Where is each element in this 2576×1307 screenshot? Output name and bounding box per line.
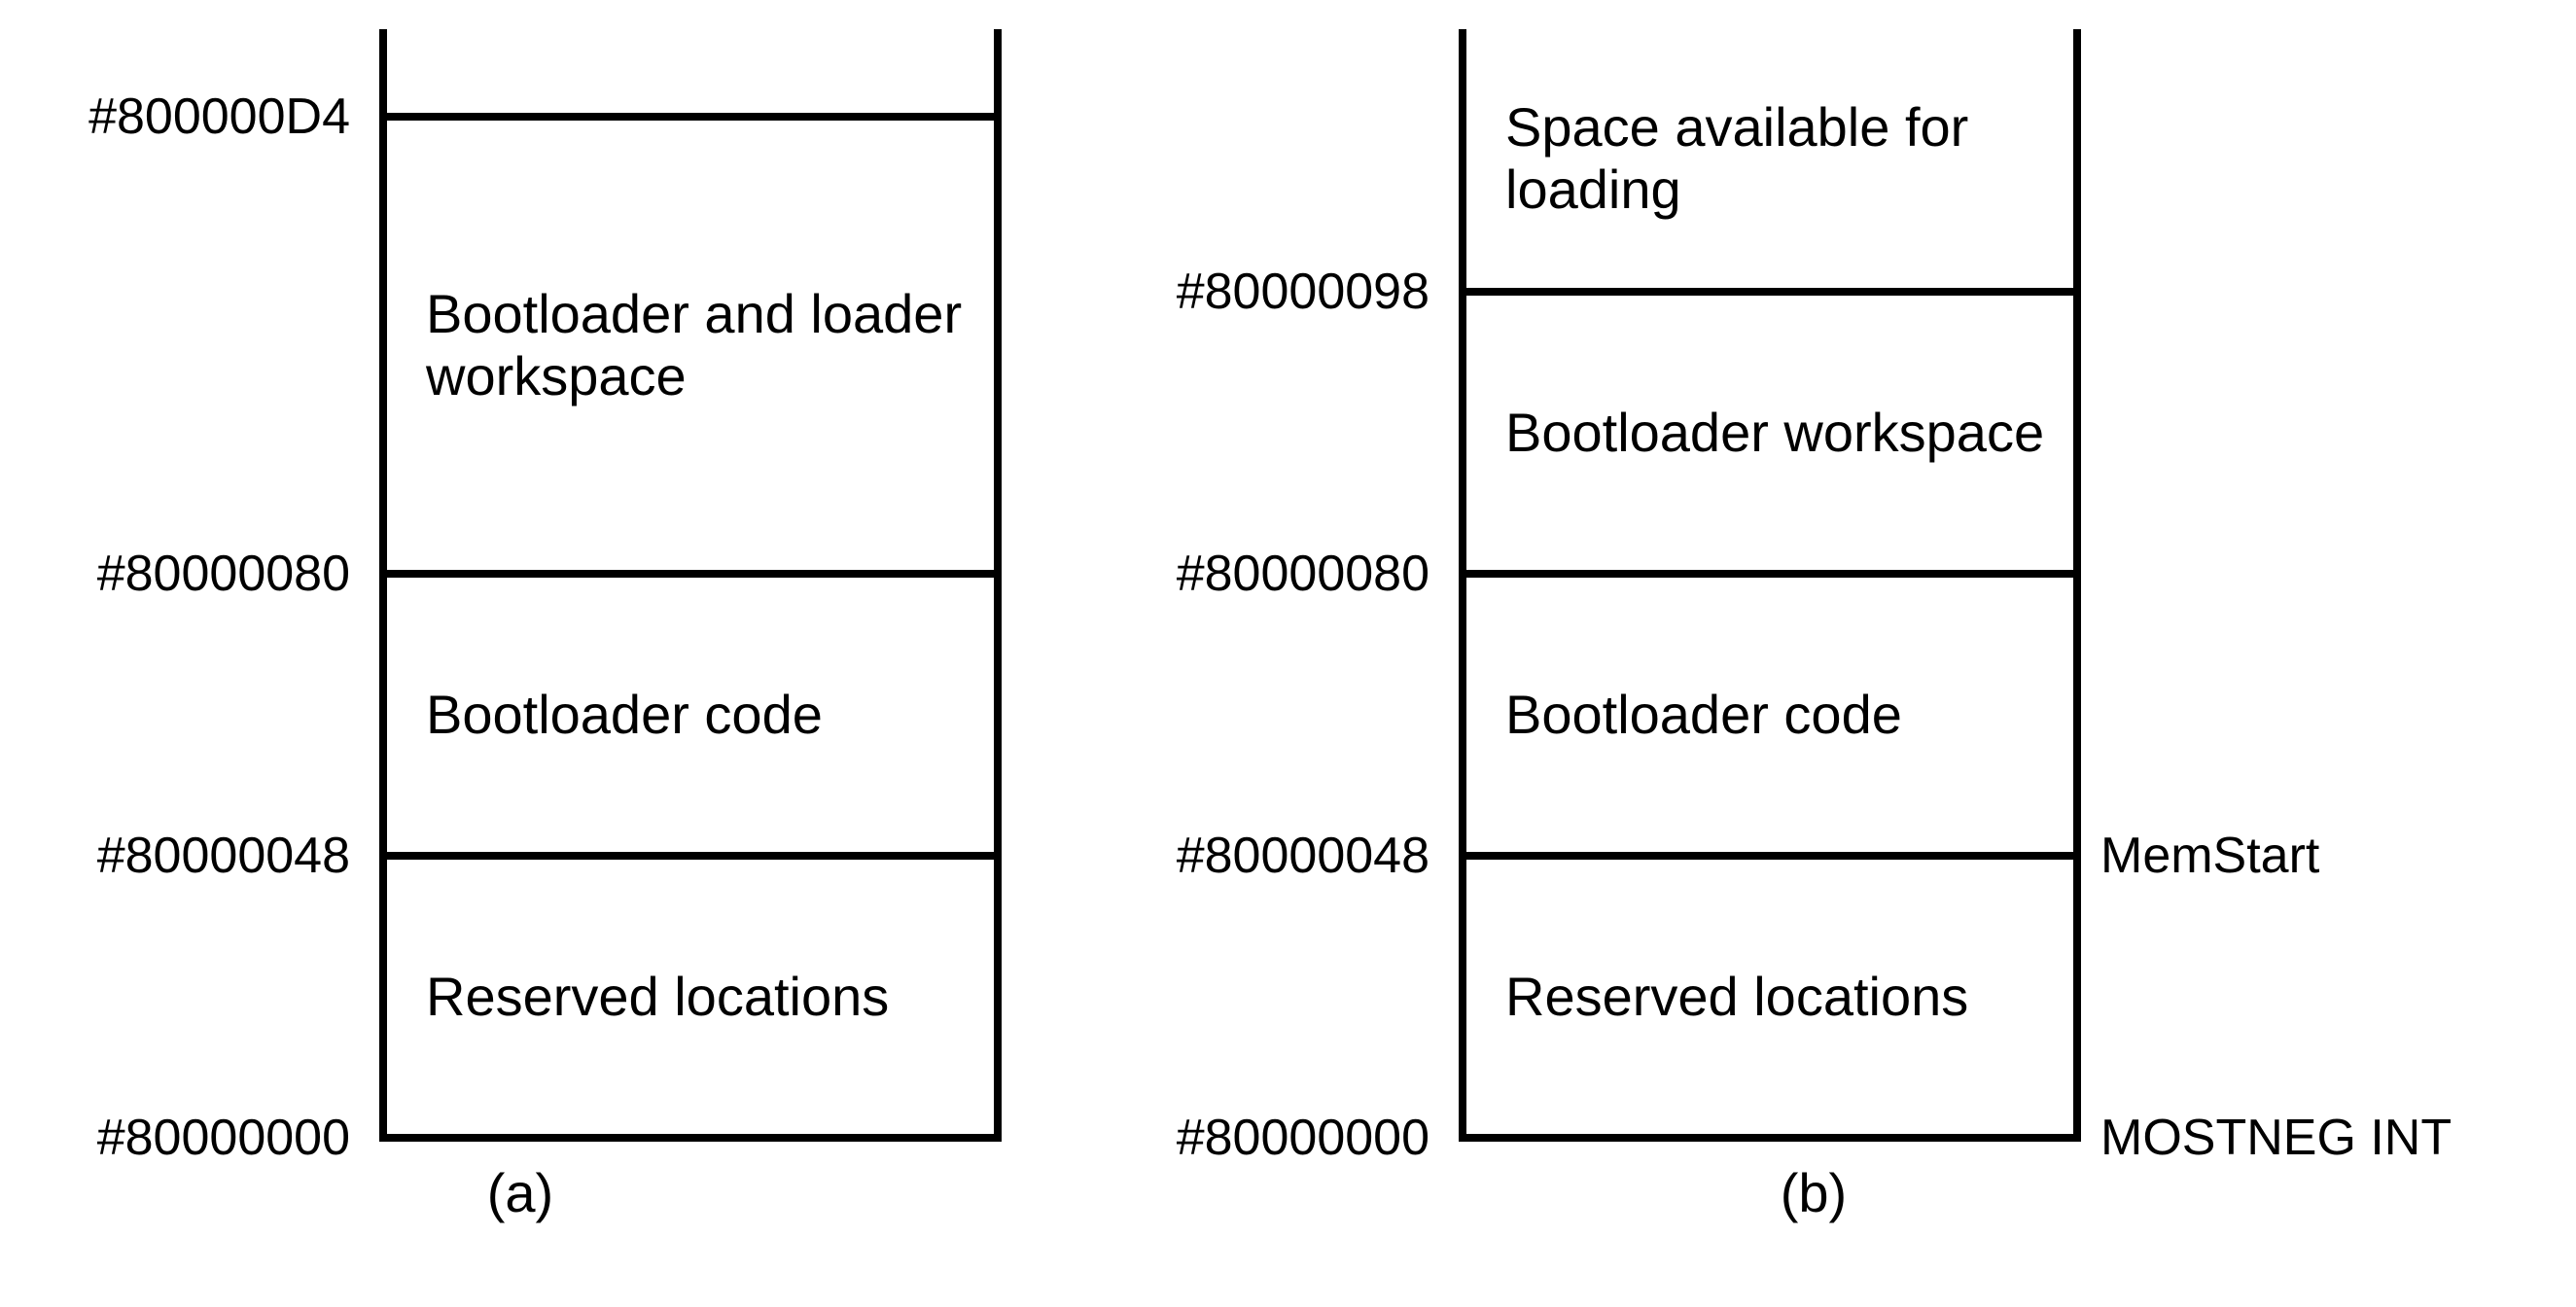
caption-b: (b) (1781, 1161, 1847, 1224)
segment-label: Bootloader code (1505, 684, 1902, 746)
address-column-a: #800000D4 #80000080 #80000048 #80000000 (39, 29, 379, 1142)
caption-a: (a) (487, 1161, 553, 1224)
segment-b-available: Space available for loading (1466, 29, 2073, 296)
segment-a-code: Bootloader code (387, 578, 994, 860)
segment-a-workspace: Bootloader and loader workspace (387, 121, 994, 578)
segment-stack-b: Space available for loading Bootloader w… (1459, 29, 2081, 1142)
segment-label: Reserved locations (426, 966, 889, 1028)
addr-a-80: #80000080 (97, 545, 350, 603)
memory-map-b: #80000098 #80000080 #80000048 #80000000 … (1118, 29, 2509, 1142)
right-label-column-b: MemStart MOSTNEG INT (2100, 29, 2509, 1142)
segment-label: Reserved locations (1505, 966, 1968, 1028)
memory-map-a: #800000D4 #80000080 #80000048 #80000000 … (39, 29, 1002, 1142)
segment-b-code: Bootloader code (1466, 578, 2073, 860)
segment-b-workspace: Bootloader workspace (1466, 296, 2073, 578)
label-memstart: MemStart (2100, 827, 2319, 885)
addr-b-00: #80000000 (1177, 1109, 1429, 1167)
diagram-b: #80000098 #80000080 #80000048 #80000000 … (1118, 29, 2509, 1268)
addr-a-00: #80000000 (97, 1109, 350, 1167)
segment-label: Bootloader code (426, 684, 823, 746)
addr-b-48: #80000048 (1177, 827, 1429, 885)
addr-b-98: #80000098 (1177, 263, 1429, 321)
segment-label: Bootloader workspace (1505, 402, 2044, 464)
addr-a-48: #80000048 (97, 827, 350, 885)
label-mostneg: MOSTNEG INT (2100, 1109, 2452, 1167)
diagram-container: #800000D4 #80000080 #80000048 #80000000 … (0, 0, 2576, 1307)
segment-a-reserved: Reserved locations (387, 860, 994, 1142)
segment-label: Bootloader and loader workspace (426, 283, 994, 408)
diagram-a: #800000D4 #80000080 #80000048 #80000000 … (39, 29, 1002, 1268)
addr-b-80: #80000080 (1177, 545, 1429, 603)
segment-stack-a: Bootloader and loader workspace Bootload… (379, 29, 1002, 1142)
segment-b-reserved: Reserved locations (1466, 860, 2073, 1142)
segment-label: Space available for loading (1505, 96, 2073, 222)
address-column-b: #80000098 #80000080 #80000048 #80000000 (1118, 29, 1459, 1142)
addr-a-d4: #800000D4 (88, 88, 350, 146)
segment-a-open (387, 29, 994, 121)
